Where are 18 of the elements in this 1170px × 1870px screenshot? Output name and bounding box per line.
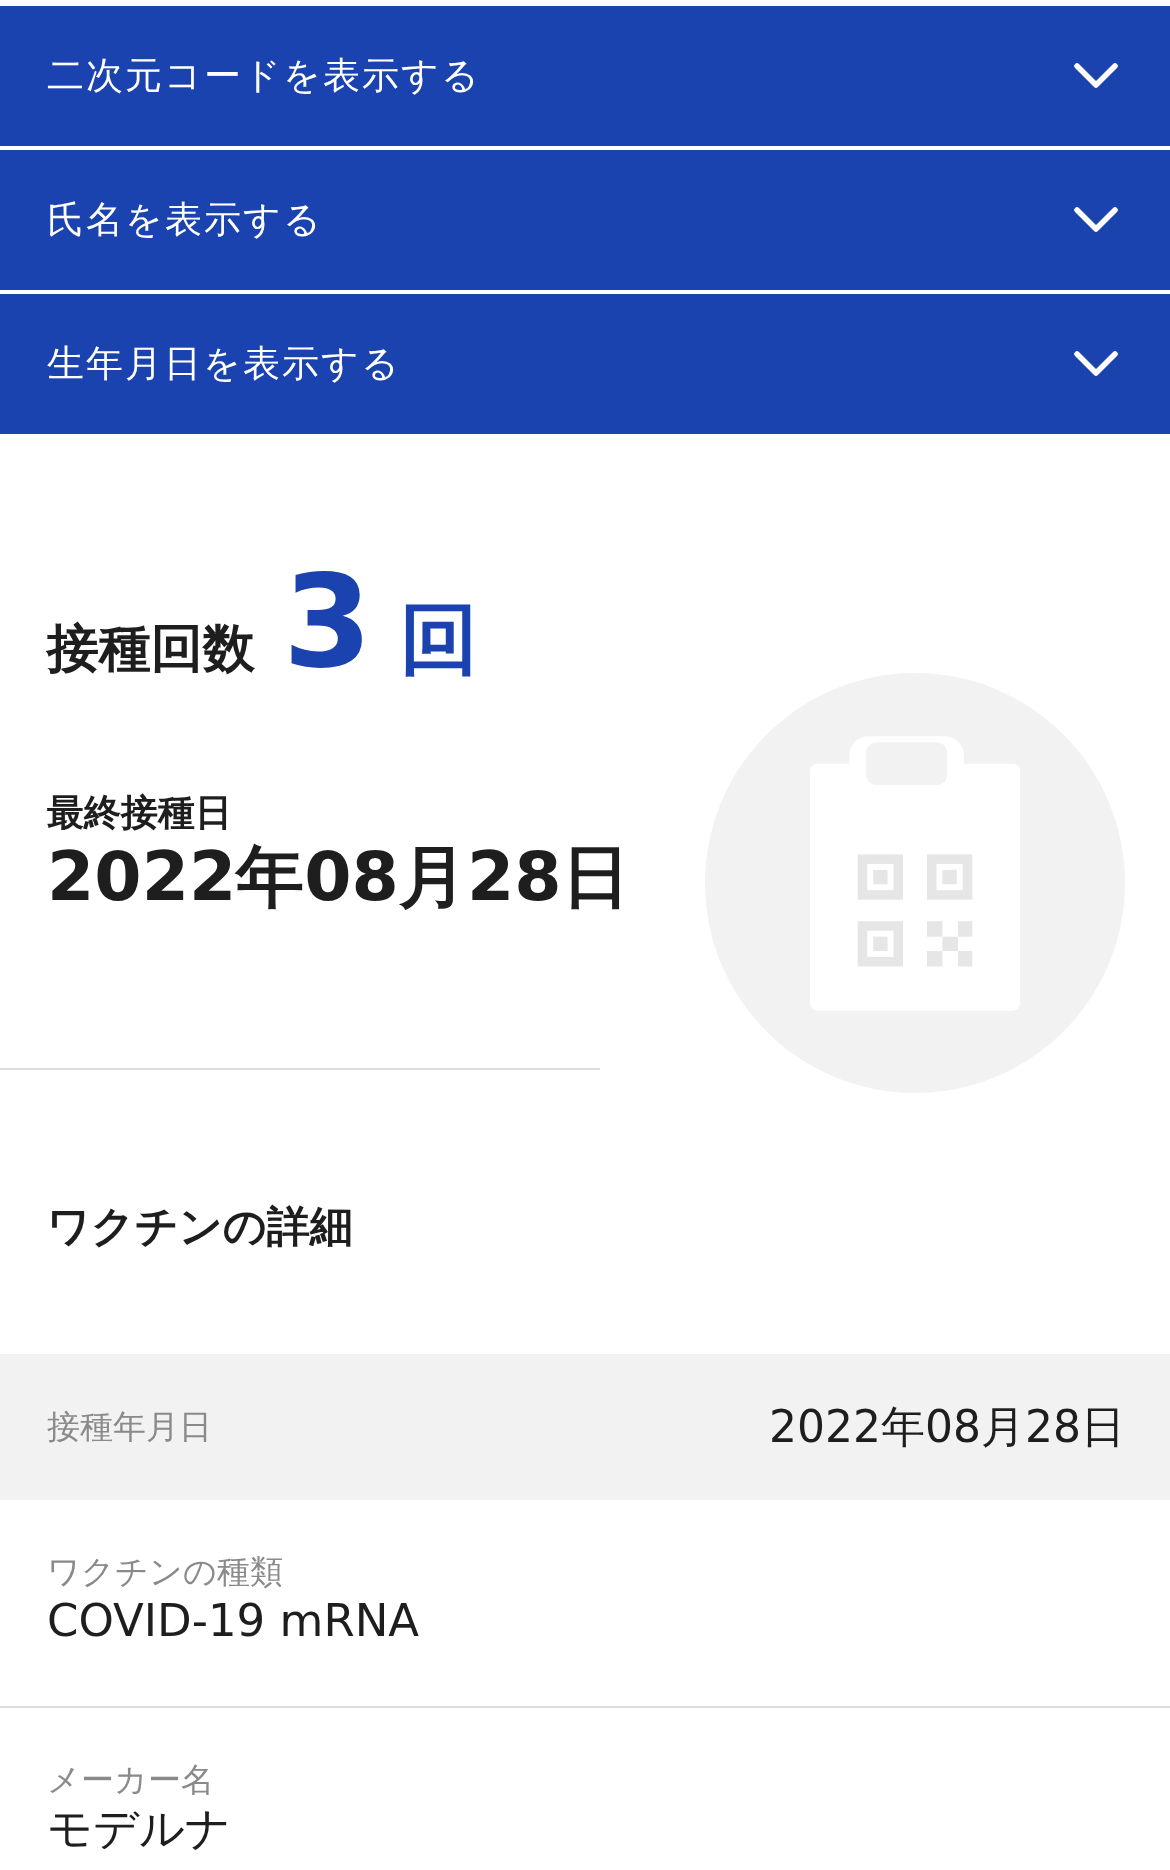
detail-label: メーカー名 xyxy=(47,1760,214,1800)
chevron-icon xyxy=(1073,62,1119,90)
chevron-icon xyxy=(1073,350,1119,378)
detail-value: モデルナ xyxy=(47,1801,231,1856)
count-label: 接種回数 xyxy=(47,617,255,680)
accordion-header[interactable]: 生年月日を表示する xyxy=(0,294,1170,434)
detail-value: COVID-19 mRNA xyxy=(47,1593,420,1648)
dose-count: 3 xyxy=(283,558,373,686)
count-unit: 回 xyxy=(400,593,479,686)
last-date: 2022年08月28日 xyxy=(47,838,630,917)
detail-label: ワクチンの種類 xyxy=(47,1552,283,1592)
last-date-label: 最終接種日 xyxy=(47,790,232,836)
detail-value: 2022年08月28日 xyxy=(769,1400,1125,1454)
accordion-header[interactable]: 氏名を表示する xyxy=(0,150,1170,290)
section-title: ワクチンの詳細 xyxy=(47,1200,353,1254)
accordion-header[interactable]: 二次元コードを表示する xyxy=(0,6,1170,146)
detail-label: 接種年月日 xyxy=(47,1407,212,1447)
chevron-icon xyxy=(1073,206,1119,234)
